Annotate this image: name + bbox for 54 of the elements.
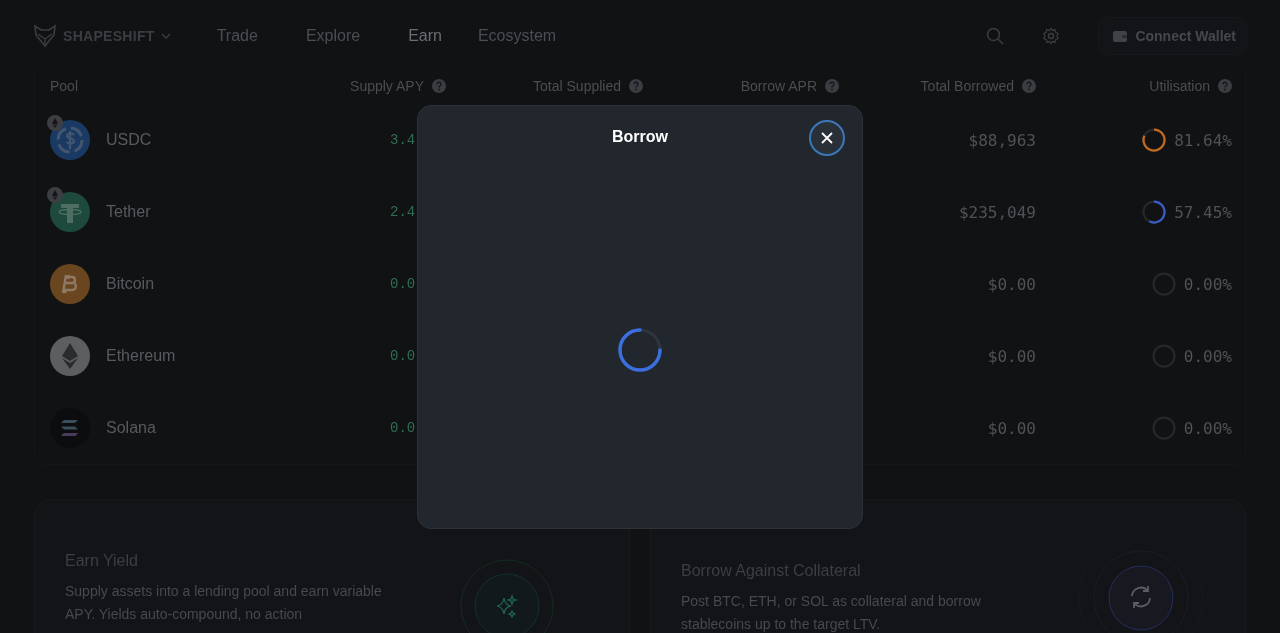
total-borrowed: $0.00 [987, 274, 1036, 294]
total-borrowed: $88,963 [968, 130, 1036, 150]
pool-name: USDC [106, 131, 152, 149]
utilisation-ring-icon [1142, 200, 1167, 224]
nav-link[interactable]: Earn [408, 27, 442, 45]
nav-link[interactable]: Trade [216, 27, 258, 45]
column-header: Total Borrowed [920, 78, 1014, 94]
ethereum-coin-icon [50, 336, 90, 376]
help-icon[interactable] [1218, 79, 1232, 93]
bitcoin-coin-icon [50, 264, 90, 304]
utilisation-value: 0.00% [1183, 418, 1232, 438]
nav-link[interactable]: Explore [305, 27, 361, 45]
column-header: Pool [50, 78, 79, 94]
pool-name: Solana [106, 419, 156, 437]
supply-apy: 0.0 [390, 420, 416, 436]
utilisation-value: 81.64% [1174, 130, 1232, 150]
utilisation-value: 57.45% [1174, 202, 1232, 222]
supply-apy: 0.0 [390, 348, 416, 364]
utilisation-ring-icon [1151, 344, 1176, 368]
utilisation-ring-icon [1142, 128, 1167, 152]
dollar-coin-icon [50, 120, 90, 160]
nav-link[interactable]: Ecosystem [477, 27, 557, 45]
chevron-down-icon[interactable] [160, 33, 171, 39]
settings-icon[interactable] [1042, 27, 1061, 45]
pool-name: Ethereum [106, 347, 176, 365]
total-borrowed: $0.00 [987, 346, 1036, 366]
total-borrowed: $0.00 [987, 418, 1036, 438]
close-icon [820, 131, 834, 145]
help-icon[interactable] [1022, 79, 1036, 93]
help-icon[interactable] [825, 79, 839, 93]
utilisation-ring-icon [1151, 416, 1176, 440]
column-header: Utilisation [1149, 78, 1210, 94]
tether-coin-icon [50, 192, 90, 232]
help-icon[interactable] [432, 79, 446, 93]
wallet-icon [1113, 30, 1128, 42]
pool-name: Tether [106, 203, 151, 221]
column-header: Supply APY [350, 78, 424, 94]
utilisation-value: 0.00% [1183, 346, 1232, 366]
column-header: Total Supplied [533, 78, 621, 94]
help-icon[interactable] [629, 79, 643, 93]
fox-logo-icon[interactable] [33, 24, 57, 48]
supply-apy: 3.4 [390, 132, 416, 148]
column-header: Borrow APR [740, 78, 817, 94]
ethereum-badge-icon [47, 187, 63, 203]
search-icon[interactable] [986, 27, 1005, 45]
ethereum-badge-icon [47, 115, 63, 131]
utilisation-value: 0.00% [1183, 274, 1232, 294]
utilisation-ring-icon [1151, 272, 1176, 296]
supply-apy: 2.4 [390, 204, 416, 220]
close-button[interactable] [809, 120, 845, 156]
pool-name: Bitcoin [106, 275, 155, 293]
dialog-title: Borrow [612, 128, 668, 146]
supply-apy: 0.0 [390, 276, 416, 292]
total-borrowed: $235,049 [958, 202, 1036, 222]
